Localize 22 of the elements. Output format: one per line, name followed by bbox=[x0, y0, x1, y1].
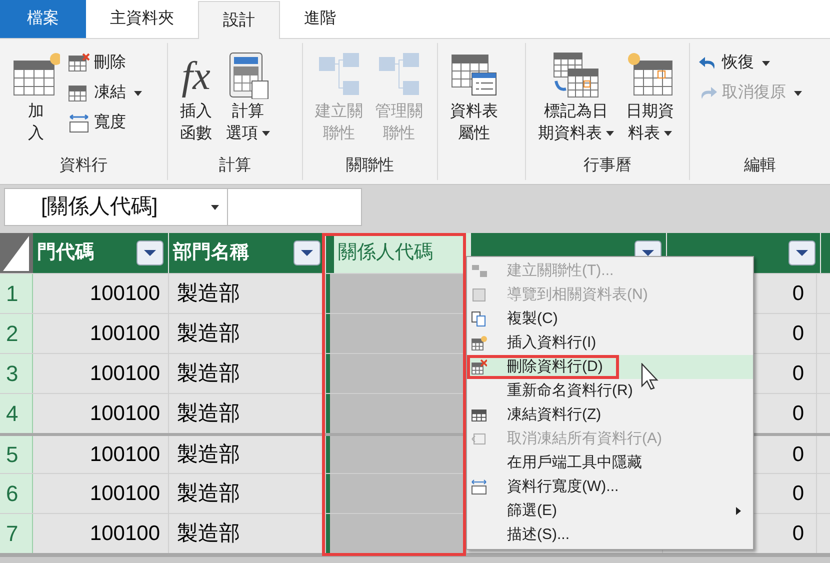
group-label: 計算 bbox=[219, 156, 251, 176]
table-cell: 100100 bbox=[33, 394, 169, 433]
group-label: 行事曆 bbox=[584, 156, 632, 176]
table-cell: 100100 bbox=[33, 474, 169, 513]
table-cell: 100100 bbox=[33, 436, 169, 473]
row-number: 7 bbox=[0, 514, 33, 553]
table-cell: 100100 bbox=[33, 354, 169, 393]
row-number: 3 bbox=[0, 354, 33, 393]
row-number: 2 bbox=[0, 314, 33, 353]
column-title: 關係人代碼 bbox=[338, 242, 433, 263]
row-number: 4 bbox=[0, 394, 33, 433]
row-number: 5 bbox=[0, 436, 33, 473]
row-number: 1 bbox=[0, 274, 33, 313]
column-title: 部門名稱 bbox=[173, 242, 249, 263]
table-cell: 100100 bbox=[33, 274, 169, 313]
table-cell: 100100 bbox=[33, 314, 169, 353]
group-label: 資料行 bbox=[60, 156, 108, 176]
column-title: 門代碼 bbox=[37, 242, 94, 263]
row-number: 6 bbox=[0, 474, 33, 513]
group-label: 編輯 bbox=[744, 156, 776, 176]
function-icon: fx bbox=[182, 51, 210, 101]
group-label: 關聯性 bbox=[346, 156, 394, 176]
